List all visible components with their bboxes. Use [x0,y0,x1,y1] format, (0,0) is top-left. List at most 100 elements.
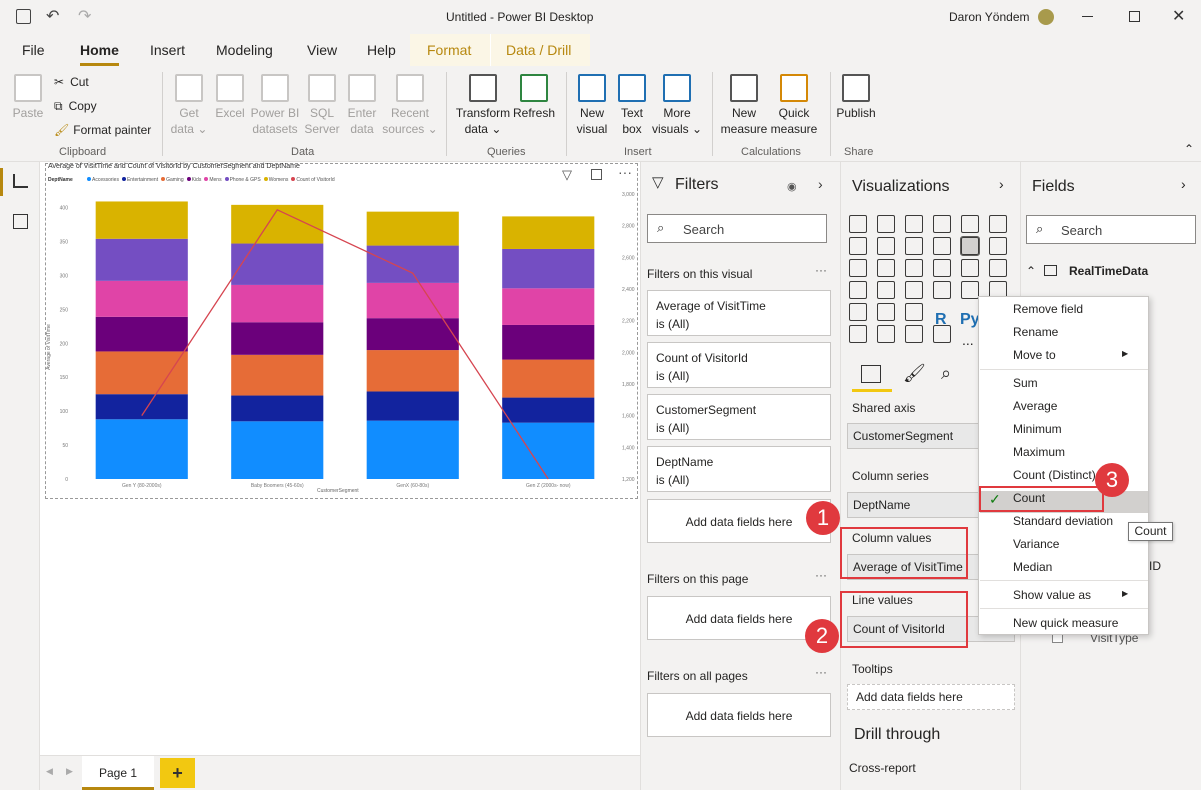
bar-segment[interactable] [95,280,188,317]
avatar[interactable] [1038,9,1054,25]
menu-average[interactable]: Average [1013,399,1057,413]
bar-segment[interactable] [95,316,188,352]
more-options-icon[interactable]: ··· [815,665,827,679]
funnel-icon[interactable] [877,259,895,277]
bar-segment[interactable] [95,201,188,239]
add-page-filter-field[interactable]: Add data fields here [647,596,831,640]
bar-segment[interactable] [502,288,595,325]
bar-segment[interactable] [502,397,595,423]
donut-icon[interactable] [961,259,979,277]
tab-view[interactable]: View [307,42,337,58]
table-icon[interactable] [877,303,895,321]
powerbi-datasets-button[interactable]: Power BI datasets [250,74,300,137]
bar-segment[interactable] [502,216,595,249]
bar-segment[interactable] [366,350,459,392]
menu-rename[interactable]: Rename [1013,325,1058,339]
line-clustered-column-icon[interactable] [960,236,980,256]
filter-card-avg-visittime[interactable]: Average of VisitTime is (All) [647,290,831,336]
text-box-button[interactable]: Text box [614,74,650,137]
ribbon-chart-icon[interactable] [989,237,1007,255]
menu-median[interactable]: Median [1013,560,1052,574]
bar-segment[interactable] [366,391,459,421]
minimize-icon[interactable] [1082,16,1093,17]
copy-button[interactable]: ⧉ Copy [54,98,97,114]
combo-chart-visual[interactable]: Average of VisitTime and Count of Visito… [45,163,638,499]
enter-data-button[interactable]: Enter data [344,74,380,137]
menu-sum[interactable]: Sum [1013,376,1038,390]
filters-search-input[interactable]: ⌕ Search [647,214,827,243]
bar-segment[interactable] [231,421,324,479]
filled-map-icon[interactable] [877,281,895,299]
new-visual-button[interactable]: New visual [574,74,610,137]
bar-segment[interactable] [95,419,188,479]
card-icon[interactable] [933,281,951,299]
bar-segment[interactable] [231,322,324,355]
waterfall-icon[interactable] [849,259,867,277]
recent-sources-button[interactable]: Recent sources ⌄ [382,74,438,137]
undo-icon[interactable]: ↶ [46,6,59,26]
menu-show-value-as[interactable]: Show value as [1013,588,1091,602]
add-all-pages-filter-field[interactable]: Add data fields here [647,693,831,737]
page-tab[interactable]: Page 1 [82,756,154,790]
menu-standard-deviation[interactable]: Standard deviation [1013,514,1113,528]
gauge-icon[interactable] [905,281,923,299]
fields-tab-icon[interactable] [861,365,881,383]
r-visual-icon[interactable]: R [935,311,947,329]
report-view-icon[interactable] [13,174,28,188]
bar-segment[interactable] [231,243,324,285]
tab-home[interactable]: Home [80,42,119,66]
pie-icon[interactable] [933,259,951,277]
tab-data-drill[interactable]: Data / Drill [506,42,571,58]
more-options-icon[interactable]: ··· [815,568,827,582]
publish-button[interactable]: Publish [836,74,876,121]
tab-file[interactable]: File [22,42,45,58]
tab-insert[interactable]: Insert [150,42,185,58]
map-icon[interactable] [849,281,867,299]
transform-data-button[interactable]: Transform data ⌄ [454,74,512,137]
bar-segment[interactable] [231,354,324,396]
prev-page-icon[interactable]: ◀ [46,766,53,777]
collapse-ribbon-icon[interactable]: ⌃ [1184,142,1194,156]
clustered-bar-icon[interactable] [905,215,923,233]
bar-segment[interactable] [502,248,595,289]
paste-button[interactable]: Paste [10,74,46,121]
clustered-column-icon[interactable] [933,215,951,233]
filter-card-count-visitorid[interactable]: Count of VisitorId is (All) [647,342,831,388]
stacked-bar-100-icon[interactable] [961,215,979,233]
excel-button[interactable]: Excel [212,74,248,121]
scatter-icon[interactable] [905,259,923,277]
model-view-icon[interactable] [13,214,28,229]
line-chart-icon[interactable] [849,237,867,255]
stacked-area-icon[interactable] [905,237,923,255]
add-page-button[interactable]: + [160,758,195,788]
menu-new-quick-measure[interactable]: New quick measure [1013,616,1118,630]
menu-move-to[interactable]: Move to [1013,348,1056,362]
maximize-icon[interactable] [1129,11,1140,22]
cut-button[interactable]: ✂ Cut [54,74,89,90]
key-influencers-icon[interactable] [849,325,867,343]
bar-segment[interactable] [366,211,459,246]
user-name[interactable]: Daron Yöndem [949,10,1030,24]
multi-row-card-icon[interactable] [961,281,979,299]
more-visuals-icon[interactable]: ... [962,332,974,348]
format-painter-button[interactable]: 🖌 Format painter [54,122,151,138]
next-page-icon[interactable]: ▶ [66,766,73,777]
line-series-count-visitorid[interactable] [141,209,549,480]
treemap-icon[interactable] [989,259,1007,277]
tab-modeling[interactable]: Modeling [216,42,273,58]
collapse-fields-icon[interactable]: › [1181,176,1186,192]
add-visual-filter-field[interactable]: Add data fields here [647,499,831,543]
bar-segment[interactable] [502,359,595,398]
bar-segment[interactable] [502,324,595,360]
save-icon[interactable] [16,9,31,24]
stacked-bar-icon[interactable] [849,215,867,233]
slicer-icon[interactable] [849,303,867,321]
chevron-up-icon[interactable]: ⌃ [1026,264,1036,278]
fields-search-input[interactable]: ⌕ Search [1026,215,1196,244]
menu-count-distinct[interactable]: Count (Distinct) [1013,468,1096,482]
menu-minimum[interactable]: Minimum [1013,422,1062,436]
tooltips-well[interactable]: Add data fields here [847,684,1015,710]
field-item-partial[interactable]: ID [1149,559,1161,573]
matrix-icon[interactable] [905,303,923,321]
get-data-button[interactable]: Get data ⌄ [170,74,208,137]
